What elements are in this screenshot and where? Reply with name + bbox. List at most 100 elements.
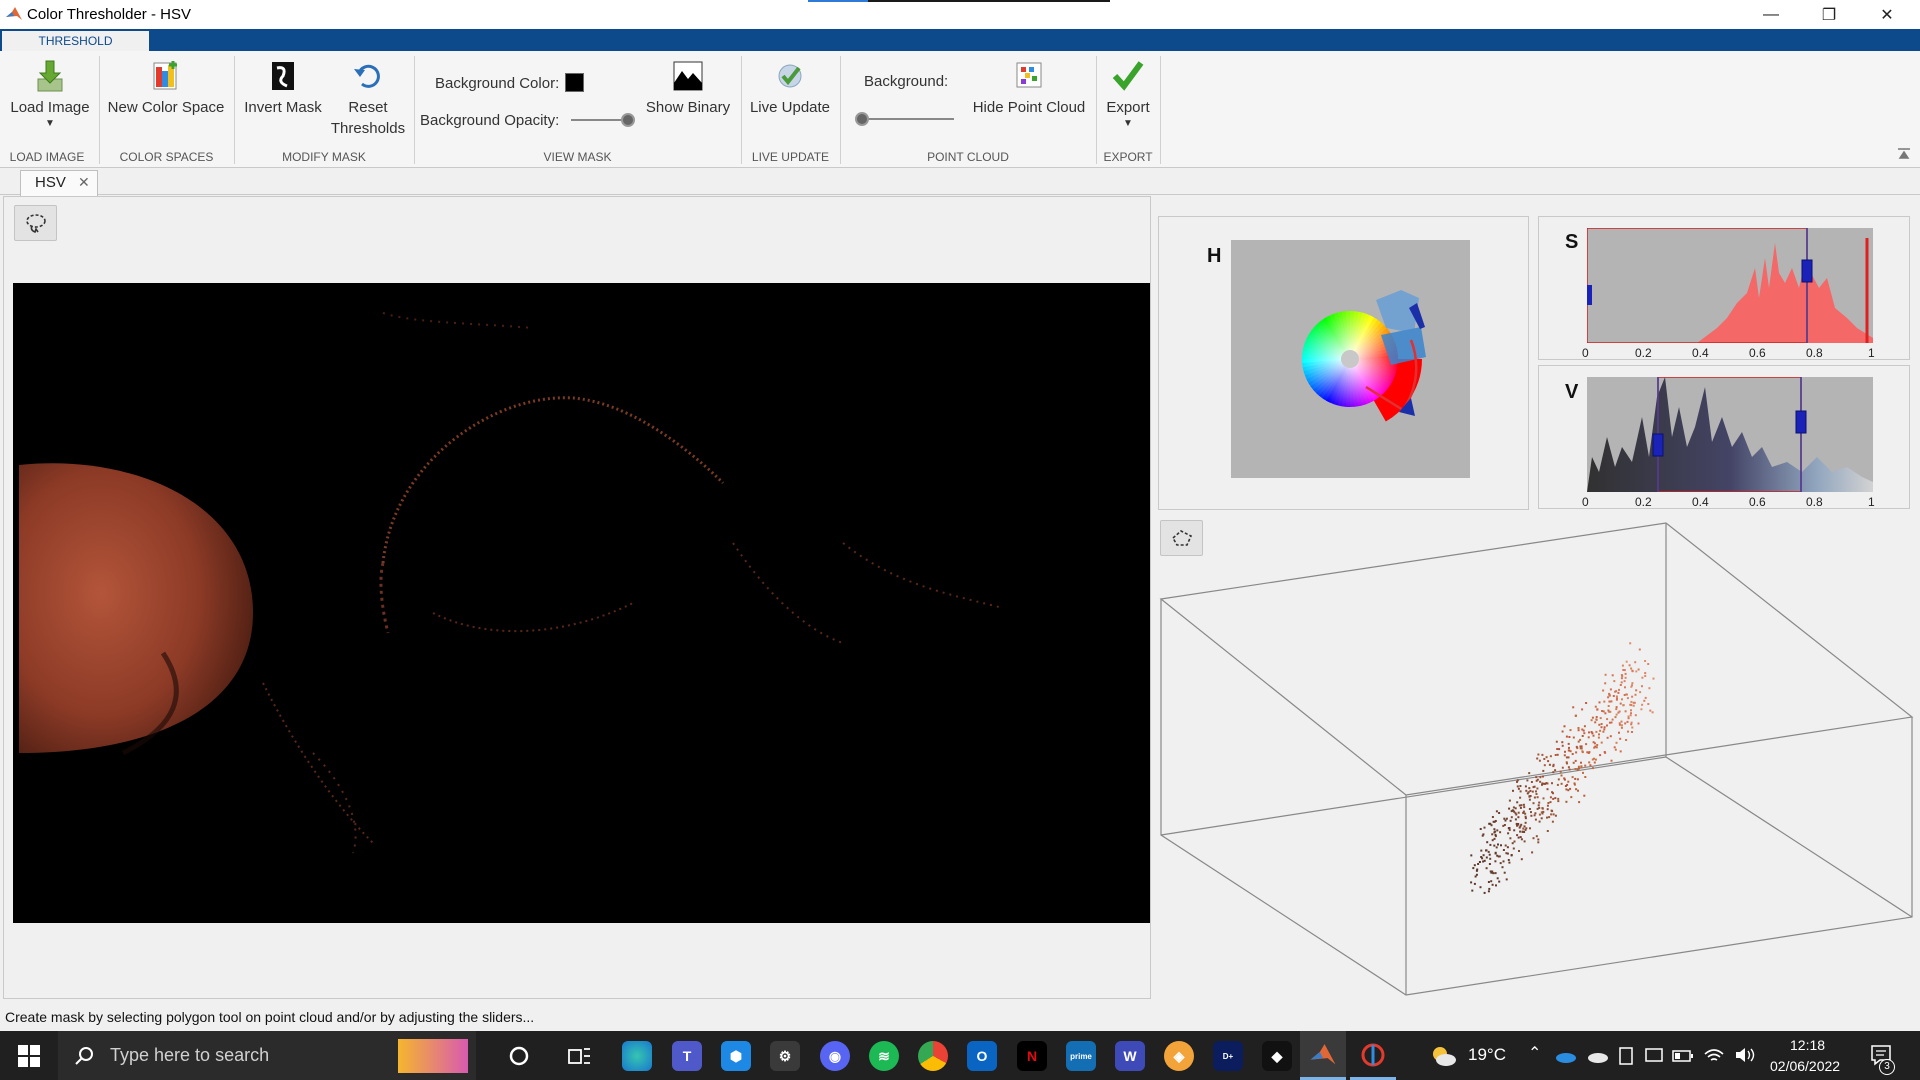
point-cloud-dot [1630, 685, 1633, 688]
cortana-icon[interactable] [508, 1045, 530, 1067]
clock-date[interactable]: 02/06/2022 [1770, 1058, 1840, 1074]
live-update-button[interactable]: Live Update [745, 59, 835, 118]
background-color-swatch[interactable] [565, 73, 584, 92]
point-cloud-dot [1615, 695, 1618, 698]
point-cloud-dot [1549, 801, 1552, 804]
point-cloud-dot [1584, 764, 1587, 767]
media-app-icon[interactable]: ◆ [1262, 1041, 1292, 1071]
word-icon[interactable]: W [1115, 1041, 1145, 1071]
point-cloud-dot [1527, 791, 1530, 794]
background-opacity-knob[interactable] [621, 113, 635, 127]
browser-shield-icon[interactable]: ◈ [1164, 1041, 1194, 1071]
invert-mask-icon [272, 62, 294, 90]
point-cloud-dot [1588, 731, 1590, 734]
point-cloud-dot [1490, 880, 1493, 883]
onedrive-icon[interactable] [1553, 1048, 1577, 1064]
point-cloud-dot [1619, 684, 1622, 686]
hide-point-cloud-button[interactable]: Hide Point Cloud [967, 59, 1091, 118]
bitwarden-icon[interactable]: ⬢ [721, 1041, 751, 1071]
point-cloud-dot [1614, 716, 1617, 719]
battery-icon[interactable] [1672, 1049, 1694, 1063]
point-cloud-background-slider[interactable] [857, 118, 954, 120]
color-thresholder-taskbar-item[interactable] [1350, 1031, 1396, 1080]
value-histogram[interactable] [1587, 377, 1873, 492]
saturation-histogram[interactable] [1587, 228, 1873, 343]
chrome-icon[interactable] [918, 1041, 948, 1071]
new-color-space-button[interactable]: New Color Space [104, 59, 228, 118]
point-cloud-dot [1561, 744, 1564, 747]
hue-wheel-plot[interactable] [1231, 240, 1470, 478]
point-cloud-dot [1472, 867, 1475, 870]
volume-icon[interactable] [1734, 1046, 1756, 1064]
point-cloud-dot [1480, 856, 1483, 858]
chevron-up-icon[interactable]: ⌃ [1528, 1043, 1541, 1063]
point-cloud-dot [1602, 710, 1605, 713]
point-cloud-dot [1546, 830, 1549, 832]
point-cloud-dot [1583, 794, 1586, 797]
taskbar-search-box[interactable]: Type here to search [58, 1031, 476, 1080]
point-cloud-dot [1537, 838, 1540, 841]
close-tab-icon[interactable]: ✕ [78, 174, 90, 191]
discord-icon[interactable]: ◉ [820, 1041, 850, 1071]
point-cloud-dot [1506, 846, 1509, 849]
point-cloud-dot [1623, 694, 1626, 696]
spotify-icon[interactable]: ≋ [869, 1041, 899, 1071]
point-cloud-dot [1606, 736, 1609, 739]
point-cloud-dot [1554, 797, 1557, 800]
outlook-icon[interactable]: O [967, 1041, 997, 1071]
point-cloud-dot [1630, 709, 1632, 712]
settings-gear-icon[interactable]: ⚙ [770, 1041, 800, 1071]
load-image-label: Load Image [10, 99, 90, 116]
disney-plus-icon[interactable]: D+ [1213, 1041, 1243, 1071]
device-icon[interactable] [1618, 1046, 1634, 1066]
display-icon[interactable] [1644, 1046, 1664, 1066]
edge-browser-icon[interactable] [622, 1041, 652, 1071]
point-cloud-dot [1651, 711, 1654, 714]
point-cloud-dot [1618, 731, 1620, 734]
point-cloud-dot [1598, 723, 1601, 726]
minimize-button[interactable]: — [1748, 0, 1794, 29]
invert-mask-button[interactable]: Invert Mask [240, 59, 326, 118]
load-image-button[interactable]: Load Image ▼ [6, 59, 94, 130]
reset-thresholds-button[interactable]: Reset Thresholds [328, 59, 408, 139]
point-cloud-dot [1618, 723, 1621, 726]
point-cloud-dot [1590, 719, 1593, 722]
point-cloud-background-knob[interactable] [855, 112, 869, 126]
tab-hsv[interactable]: HSV ✕ [20, 170, 98, 196]
export-button[interactable]: Export ▼ [1100, 59, 1156, 130]
point-cloud-dot [1613, 746, 1616, 749]
netflix-icon[interactable]: N [1017, 1041, 1047, 1071]
task-view-icon[interactable] [568, 1045, 592, 1067]
search-icon [75, 1047, 93, 1065]
teams-icon[interactable]: T [672, 1041, 702, 1071]
clock-time[interactable]: 12:18 [1790, 1037, 1825, 1053]
point-cloud-dot [1630, 712, 1632, 715]
prime-video-icon[interactable]: prime [1066, 1041, 1096, 1071]
point-cloud-dot [1487, 850, 1490, 853]
collapse-ribbon-icon[interactable] [1897, 146, 1911, 160]
close-button[interactable]: ✕ [1864, 0, 1910, 29]
restore-button[interactable]: ❐ [1806, 0, 1852, 29]
point-cloud-dot [1583, 732, 1586, 735]
point-cloud-dot [1519, 790, 1522, 793]
weather-temperature[interactable]: 19°C [1468, 1045, 1506, 1065]
point-cloud-dot [1535, 793, 1538, 795]
tab-threshold[interactable]: THRESHOLD [2, 31, 149, 51]
value-label: V [1565, 381, 1579, 403]
lasso-tool-button[interactable] [14, 205, 57, 241]
point-cloud-dot [1563, 725, 1566, 728]
matlab-taskbar-item[interactable] [1300, 1031, 1346, 1080]
weather-partly-cloudy-icon[interactable] [1428, 1043, 1458, 1069]
point-cloud-dot [1609, 688, 1612, 691]
windows-start-icon[interactable] [18, 1045, 40, 1067]
point-cloud-dot [1551, 820, 1554, 823]
point-cloud-dot [1557, 800, 1560, 803]
point-cloud-dot [1504, 819, 1507, 822]
point-cloud-dot [1542, 775, 1544, 778]
show-binary-button[interactable]: Show Binary [640, 59, 736, 118]
wifi-icon[interactable] [1703, 1046, 1725, 1064]
point-cloud-dot [1630, 721, 1633, 724]
point-cloud-plot[interactable] [1159, 520, 1915, 1000]
point-cloud-dot [1532, 802, 1535, 805]
cloud-icon[interactable] [1585, 1048, 1609, 1064]
